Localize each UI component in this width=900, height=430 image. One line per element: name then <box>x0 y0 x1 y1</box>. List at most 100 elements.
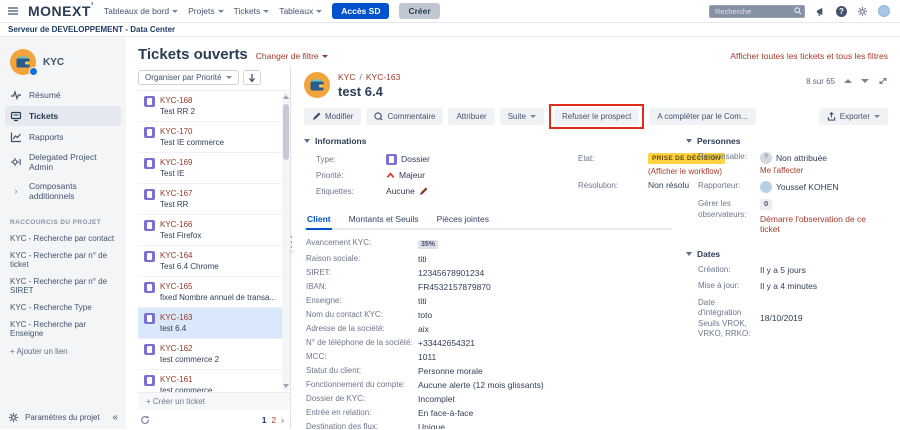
change-filter-button[interactable]: Changer de filtre <box>256 51 328 61</box>
collapse-icon <box>686 252 692 256</box>
workflow-suite-button[interactable]: Suite <box>500 108 544 125</box>
tab-pieces-jointes[interactable]: Pièces jointes <box>436 211 490 228</box>
comment-icon <box>374 112 383 121</box>
menu-icon[interactable] <box>8 7 18 15</box>
next-ticket-button[interactable] <box>861 79 869 83</box>
ticket-title: test 6.4 <box>338 84 400 99</box>
pane-resize-handle[interactable] <box>290 236 292 252</box>
project-header[interactable]: KYC <box>0 37 126 85</box>
start-watching-link[interactable]: Démarre l'observation de ce ticket <box>760 214 888 235</box>
section-informations[interactable]: Informations <box>304 136 672 146</box>
logo-text: MONEXT <box>28 3 91 19</box>
page-next[interactable]: › <box>281 415 284 425</box>
refuse-prospect-button[interactable]: Refuser le prospect <box>554 108 639 125</box>
watchers-count-badge[interactable]: 0 <box>760 199 772 210</box>
integration-date-value: 18/10/2019 <box>760 298 803 340</box>
top-navbar: MONEXT’ Tableaux de bord Projets Tickets… <box>0 0 900 23</box>
shortcut-recherche-enseigne[interactable]: KYC - Recherche par Enseigne <box>0 316 126 342</box>
expand-icon[interactable] <box>878 76 888 86</box>
feedback-icon[interactable] <box>815 6 826 17</box>
updated-value: Il y a 4 minutes <box>760 281 817 292</box>
create-button[interactable]: Créer <box>399 3 439 19</box>
pencil-icon[interactable] <box>419 187 428 196</box>
chevron-down-icon <box>218 10 224 13</box>
topnav-tickets[interactable]: Tickets <box>234 6 270 16</box>
chevron-down-icon <box>322 55 328 58</box>
collapse-sidebar-button[interactable]: « <box>112 412 118 423</box>
tab-client[interactable]: Client <box>306 211 332 230</box>
topnav-tableaux[interactable]: Tableaux <box>279 6 322 16</box>
search-input[interactable] <box>709 5 805 18</box>
shortcut-recherche-contact[interactable]: KYC - Recherche par contact <box>0 230 126 247</box>
sidebar-item-resume[interactable]: Résumé <box>5 85 121 105</box>
list-scrollbar[interactable] <box>282 92 290 391</box>
detail-tabs: Client Montants et Seuils Pièces jointes <box>304 211 672 230</box>
ticket-type-icon <box>144 220 155 231</box>
shortcut-recherche-ticket[interactable]: KYC - Recherche par n° de ticket <box>0 247 126 273</box>
section-personnes[interactable]: Personnes <box>686 136 888 146</box>
assign-button[interactable]: Attribuer <box>448 108 494 125</box>
labels-value[interactable]: Aucune <box>386 186 428 196</box>
ticket-type-icon <box>386 154 397 165</box>
acces-sd-button[interactable]: Accès SD <box>332 3 389 19</box>
list-item-selected[interactable]: KYC-163test 6.4 <box>138 308 290 339</box>
field-row: MCC:1011 <box>306 352 672 363</box>
add-link-button[interactable]: + Ajouter un lien <box>0 342 126 361</box>
sidebar-item-delegated-admin[interactable]: Delegated Project Admin <box>5 148 121 176</box>
list-item[interactable]: KYC-166Test Firefox <box>138 215 290 246</box>
created-value: Il y a 5 jours <box>760 265 806 276</box>
sidebar-item-composants[interactable]: › Composants additionnels <box>5 177 121 205</box>
page-1[interactable]: 1 <box>262 415 267 425</box>
assign-to-me-link[interactable]: Me l'affecter <box>760 166 888 175</box>
field-row: SIRET:12345678901234 <box>306 268 672 279</box>
user-avatar[interactable] <box>878 5 890 17</box>
settings-gear-icon[interactable] <box>857 6 868 17</box>
chat-badge-icon <box>29 67 38 76</box>
tab-montants-et-seuils[interactable]: Montants et Seuils <box>348 211 420 228</box>
list-item[interactable]: KYC-162test commerce 2 <box>138 339 290 370</box>
export-button[interactable]: Exporter <box>819 108 888 125</box>
topnav-projets[interactable]: Projets <box>188 6 223 16</box>
search-icon <box>794 7 802 15</box>
help-icon[interactable] <box>836 6 847 17</box>
field-row: Dossier de KYC:Incomplet <box>306 394 672 405</box>
scrollbar-thumb[interactable] <box>283 104 289 160</box>
topnav-tableaux-de-bord[interactable]: Tableaux de bord <box>104 6 178 16</box>
breadcrumb-project-link[interactable]: KYC <box>338 72 355 82</box>
field-row: Destination des flux:Unique <box>306 422 672 429</box>
shortcut-recherche-type[interactable]: KYC - Recherche Type <box>0 299 126 316</box>
field-row: Nom du contact KYC:toto <box>306 310 672 321</box>
scroll-down-icon[interactable] <box>283 384 289 388</box>
list-item[interactable]: KYC-168Test RR 2 <box>138 91 290 122</box>
field-row: Entrée en relation:En face-à-face <box>306 408 672 419</box>
list-item[interactable]: KYC-165fixed Nombre annuel de transa... <box>138 277 290 308</box>
project-settings-link[interactable]: Paramètres du projet <box>25 413 100 422</box>
sidebar-item-rapports[interactable]: Rapports <box>5 127 121 147</box>
comment-button[interactable]: Commentaire <box>366 108 443 125</box>
section-dates[interactable]: Dates <box>686 249 888 259</box>
field-row: IBAN:FR4532157879870 <box>306 282 672 293</box>
list-item[interactable]: KYC-169Test IE <box>138 153 290 184</box>
create-ticket-button[interactable]: + Créer un ticket <box>138 392 290 410</box>
show-all-tickets-link[interactable]: Afficher toutes les tickets et tous les … <box>730 51 888 61</box>
edit-button[interactable]: Modifier <box>304 108 361 125</box>
environment-banner: Serveur de DEVELOPPEMENT - Data Center <box>0 23 900 37</box>
complete-by-com-button[interactable]: A compléter par le Com... <box>649 108 755 125</box>
list-item[interactable]: KYC-161test commerce <box>138 370 290 392</box>
app-logo[interactable]: MONEXT’ <box>28 3 94 19</box>
sort-select[interactable]: Organiser par Priorité <box>138 70 239 85</box>
list-item[interactable]: KYC-167Test RR <box>138 184 290 215</box>
previous-ticket-button[interactable] <box>844 79 852 83</box>
list-item[interactable]: KYC-170Test IE commerce <box>138 122 290 153</box>
sort-direction-button[interactable] <box>243 70 261 85</box>
shortcut-recherche-siret[interactable]: KYC - Recherche par n° de SIRET <box>0 273 126 299</box>
list-item[interactable]: KYC-164Test 6.4 Chrome <box>138 246 290 277</box>
priority-value: Majeur <box>386 170 425 180</box>
refresh-icon[interactable] <box>140 415 150 425</box>
scroll-up-icon[interactable] <box>283 95 289 99</box>
page-2[interactable]: 2 <box>271 415 276 425</box>
position-indicator: 8 sur 65 <box>806 77 835 86</box>
breadcrumb-ticket-link[interactable]: KYC-163 <box>366 72 401 82</box>
page-title: Tickets ouverts <box>138 46 248 63</box>
sidebar-item-tickets[interactable]: Tickets <box>5 106 121 126</box>
